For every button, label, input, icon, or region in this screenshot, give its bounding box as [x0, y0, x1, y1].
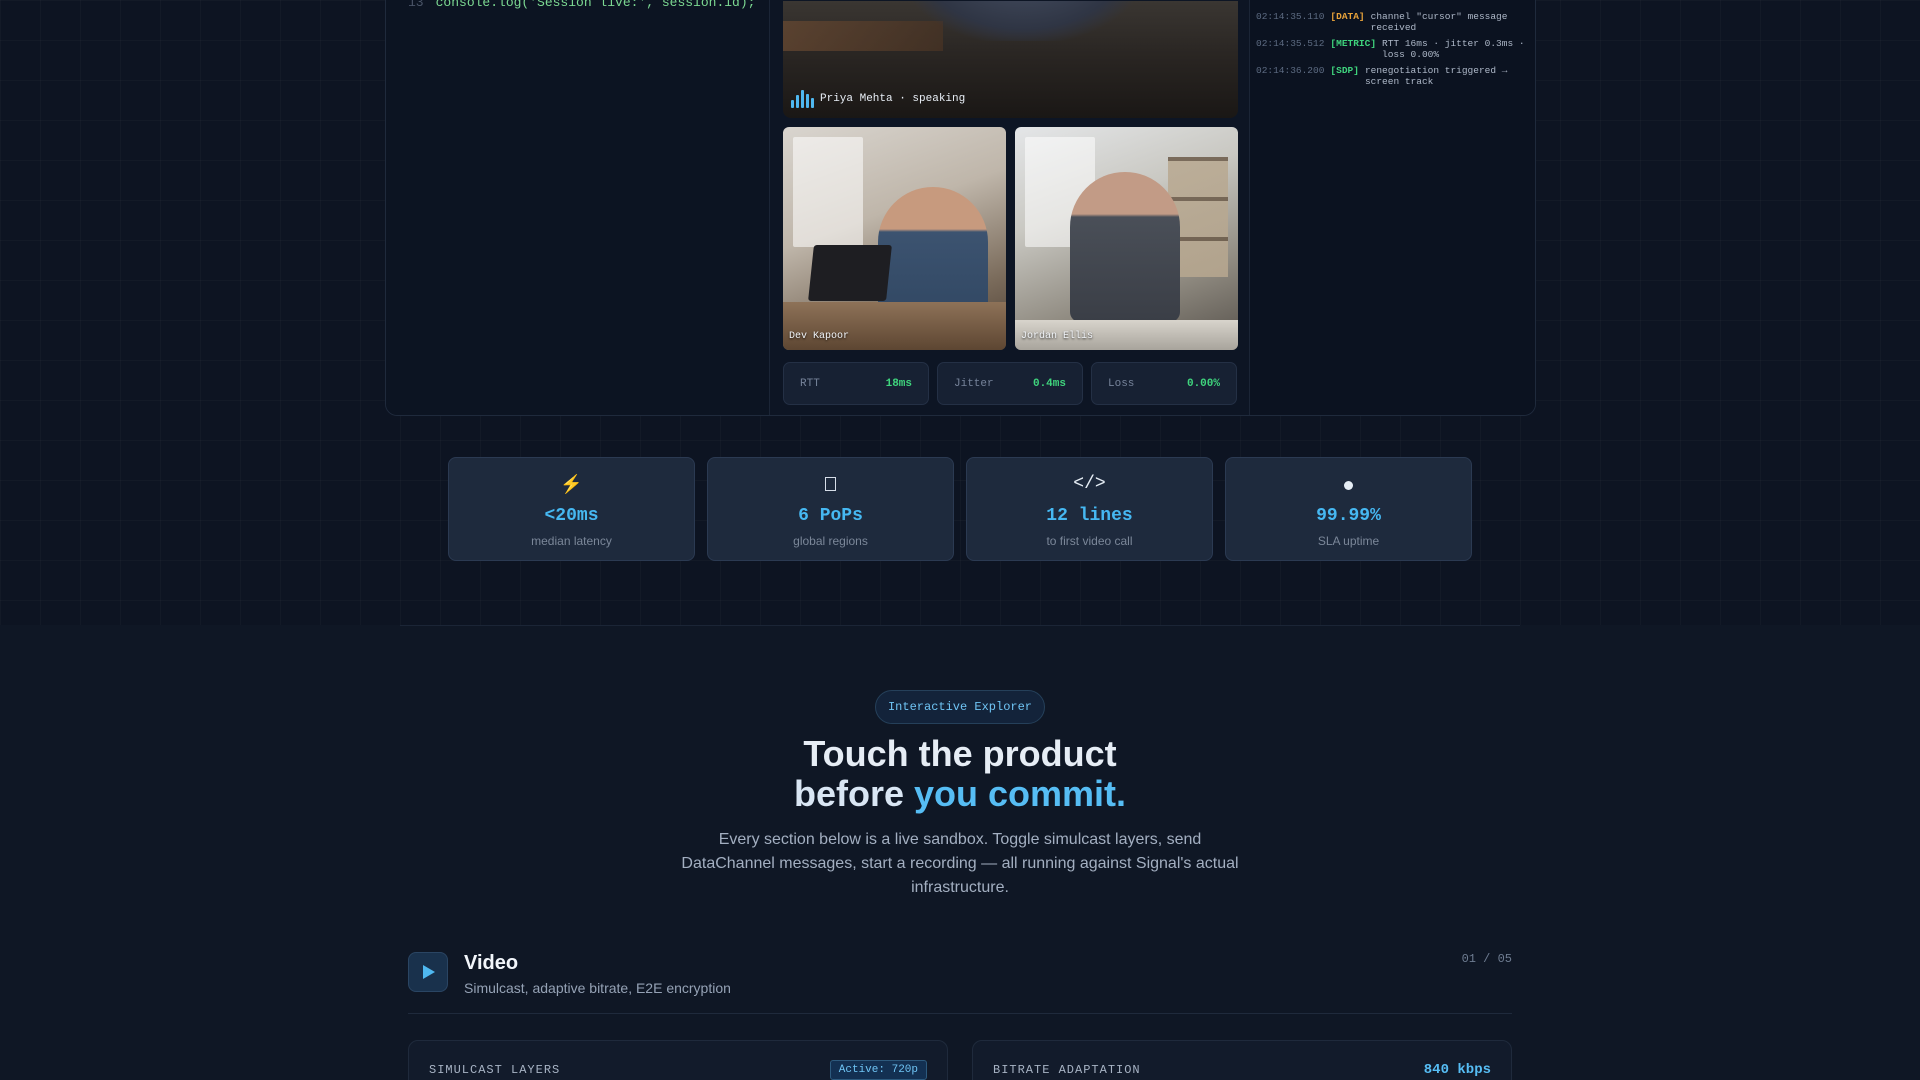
speaker-name: Priya Mehta · speaking	[820, 93, 966, 105]
code-text: console.log('Session live:', session.id)…	[435, 0, 756, 10]
active-layer-badge: Active: 720p	[829, 1060, 927, 1080]
log-time: 02:14:35.110	[1256, 11, 1325, 22]
speaker-label: Priya Mehta · speaking	[791, 90, 965, 108]
uptime-dot-icon	[1226, 474, 1471, 496]
participant-tile-dev-kapoor[interactable]: Dev Kapoor	[783, 127, 1006, 350]
stat-label: median latency	[531, 534, 612, 548]
bitrate-value: 840 kbps	[1423, 1062, 1491, 1078]
code-icon: </>	[1073, 474, 1106, 494]
section-divider	[400, 625, 1520, 626]
tile-background	[783, 302, 1006, 350]
participant-name: Jordan Ellis	[1021, 331, 1094, 342]
metric-value: 0.00%	[1186, 377, 1220, 390]
card-title: BITRATE ADAPTATION	[993, 1063, 1141, 1077]
code-editor-pane: 13 console.log('Session live:', session.i…	[386, 0, 770, 415]
log-tag: [METRIC]	[1330, 38, 1377, 49]
stat-latency: ⚡ <20ms median latency	[448, 457, 695, 561]
log-message: channel "cursor" message received	[1370, 11, 1508, 33]
bitrate-adaptation-card: BITRATE ADAPTATION 840 kbps	[972, 1040, 1512, 1080]
globe-icon	[708, 474, 953, 496]
event-log-pane: 02:14:35.110 [DATA] channel "cursor" mes…	[1250, 0, 1535, 415]
tile-background	[793, 137, 863, 247]
section-lead: Every section below is a live sandbox. T…	[681, 831, 1239, 896]
section-heading-line2: before you commit.	[0, 774, 1920, 814]
log-entry: 02:14:36.200 [SDP] renegotiation trigger…	[1256, 65, 1531, 87]
stat-value: 6 PoPs	[798, 506, 863, 526]
feature-counter: 01 / 05	[1461, 952, 1512, 966]
lightning-icon: ⚡	[560, 474, 583, 494]
log-entry: 02:14:35.512 [METRIC] RTT 16ms · jitter …	[1256, 38, 1531, 60]
log-entry: 02:14:35.110 [DATA] channel "cursor" mes…	[1256, 11, 1531, 33]
participant-tile-jordan-ellis[interactable]: Jordan Ellis	[1015, 127, 1238, 350]
play-icon	[423, 965, 435, 979]
stat-label: to first video call	[1046, 534, 1133, 548]
audio-level-icon	[791, 90, 814, 108]
log-message: renegotiation triggered → screen track	[1364, 65, 1508, 87]
log-message: RTT 16ms · jitter 0.3ms · loss 0.00%	[1382, 38, 1525, 60]
feature-header: Video Simulcast, adaptive bitrate, E2E e…	[408, 952, 1512, 1014]
laptop-icon	[808, 245, 892, 301]
stat-lines: </> 12 lines to first video call	[966, 457, 1213, 561]
stat-label: global regions	[793, 534, 868, 548]
feature-subtitle: Simulcast, adaptive bitrate, E2E encrypt…	[464, 980, 731, 996]
stat-value: 12 lines	[1046, 506, 1133, 526]
metric-label: RTT	[800, 377, 820, 390]
tile-person	[1070, 172, 1180, 322]
card-title: SIMULCAST LAYERS	[429, 1063, 561, 1077]
section-heading-line1: Touch the product	[0, 734, 1920, 774]
log-time: 02:14:36.200	[1256, 65, 1325, 76]
code-line: 13 console.log('Session live:', session.i…	[408, 0, 755, 10]
metric-label: Jitter	[954, 377, 994, 390]
metric-rtt: RTT 18ms	[783, 362, 929, 405]
participant-name: Dev Kapoor	[789, 331, 850, 342]
metric-jitter: Jitter 0.4ms	[937, 362, 1083, 405]
play-button[interactable]	[408, 952, 448, 992]
section-pill: Interactive Explorer	[875, 690, 1045, 724]
stat-regions: 6 PoPs global regions	[707, 457, 954, 561]
heading-text: Touch the product	[803, 733, 1117, 774]
metric-label: Loss	[1108, 377, 1135, 390]
log-tag: [DATA]	[1330, 11, 1365, 22]
feature-title: Video	[464, 952, 519, 974]
stat-value: <20ms	[544, 506, 599, 526]
stat-value: 99.99%	[1316, 506, 1381, 526]
stat-label: SLA uptime	[1317, 534, 1380, 548]
metric-loss: Loss 0.00%	[1091, 362, 1237, 405]
main-speaker-tile[interactable]: Priya Mehta · speaking	[783, 1, 1238, 118]
metric-value: 18ms	[885, 377, 912, 390]
stat-uptime: 99.99% SLA uptime	[1225, 457, 1472, 561]
tile-person	[903, 1, 1143, 41]
simulcast-layers-card: SIMULCAST LAYERS Active: 720p	[408, 1040, 948, 1080]
line-number: 13	[408, 0, 424, 10]
metric-value: 0.4ms	[1032, 377, 1066, 390]
log-time: 02:14:35.512	[1256, 38, 1325, 49]
heading-text: before	[793, 773, 914, 814]
heading-accent: you commit.	[914, 773, 1127, 814]
log-tag: [SDP]	[1330, 65, 1359, 76]
demo-window: 13 console.log('Session live:', session.i…	[385, 0, 1536, 416]
